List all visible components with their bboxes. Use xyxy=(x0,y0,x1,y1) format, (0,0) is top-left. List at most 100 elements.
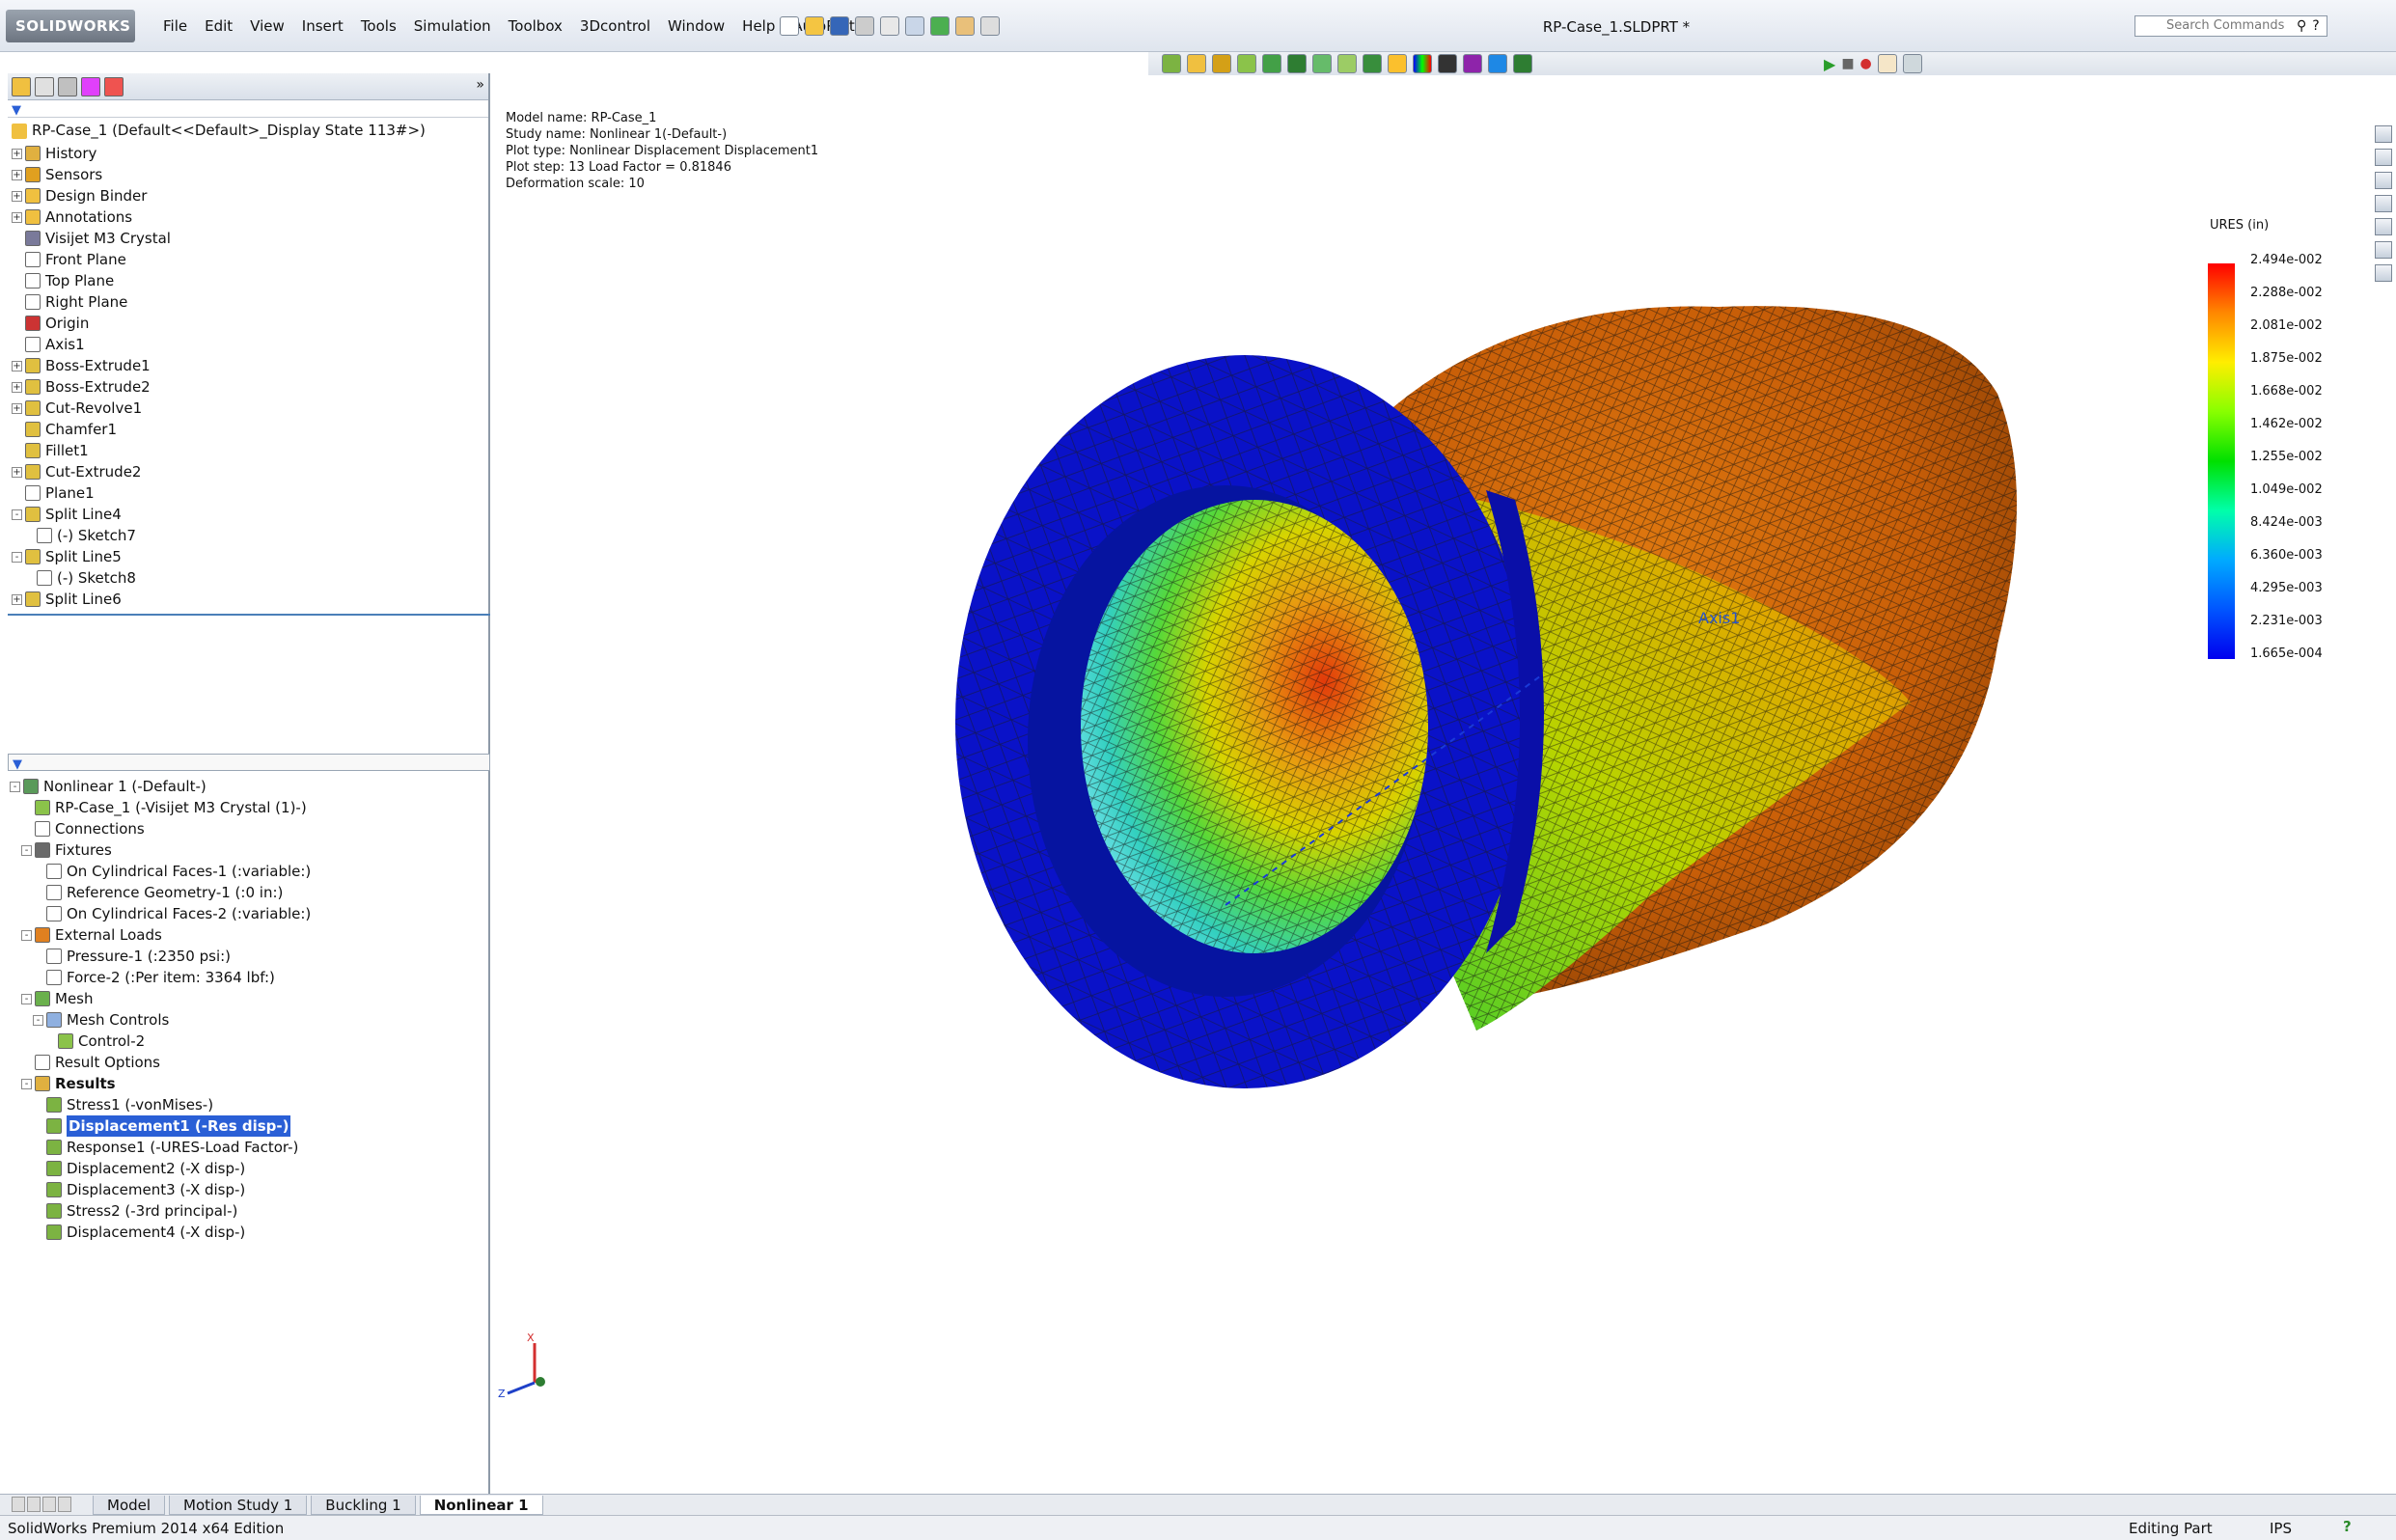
design-scenario-icon[interactable] xyxy=(1463,54,1482,73)
help-icon[interactable]: ? xyxy=(2312,18,2319,34)
property-manager-tab-icon[interactable] xyxy=(35,77,54,96)
study-tree-item[interactable]: - Mesh xyxy=(8,988,490,1009)
panel-splitter[interactable] xyxy=(8,614,490,621)
expand-panel-icon[interactable]: » xyxy=(476,77,484,96)
rebuild-icon[interactable] xyxy=(930,16,950,36)
new-document-icon[interactable] xyxy=(780,16,799,36)
menu-insert[interactable]: Insert xyxy=(293,17,352,35)
design-library-icon[interactable] xyxy=(2375,172,2392,189)
menu-3dcontrol[interactable]: 3Dcontrol xyxy=(571,17,659,35)
study-tree-item[interactable]: Force-2 (:Per item: 3364 lbf:) xyxy=(8,967,490,988)
probe-icon[interactable] xyxy=(1363,54,1382,73)
appearances-icon[interactable] xyxy=(2375,241,2392,259)
feature-tree-item[interactable]: Right Plane xyxy=(8,291,490,313)
feature-tree-item[interactable]: - Split Line4 xyxy=(8,504,490,525)
feature-tree-item[interactable]: Axis1 xyxy=(8,334,490,355)
feature-tree-item[interactable]: - Split Line5 xyxy=(8,546,490,567)
select-icon[interactable] xyxy=(905,16,924,36)
expand-icon[interactable]: + xyxy=(12,148,22,159)
study-tree-item[interactable]: Pressure-1 (:2350 psi:) xyxy=(8,946,490,967)
expand-icon[interactable]: + xyxy=(12,169,22,180)
custom-properties-icon[interactable] xyxy=(2375,264,2392,282)
expand-icon[interactable]: + xyxy=(12,360,22,371)
last-tab-icon[interactable] xyxy=(58,1496,71,1512)
menu-view[interactable]: View xyxy=(241,17,293,35)
study-tree-item[interactable]: Displacement2 (-X disp-) xyxy=(8,1158,490,1179)
prev-tab-icon[interactable] xyxy=(27,1496,41,1512)
tab-nonlinear-1[interactable]: Nonlinear 1 xyxy=(419,1495,543,1515)
home-icon[interactable] xyxy=(2375,149,2392,166)
feature-tree-item[interactable]: (-) Sketch8 xyxy=(8,567,490,589)
menu-file[interactable]: File xyxy=(154,17,196,35)
feature-tree-item[interactable]: + Sensors xyxy=(8,164,490,185)
next-tab-icon[interactable] xyxy=(42,1496,56,1512)
expand-icon[interactable]: + xyxy=(12,381,22,393)
run-tool-icon[interactable] xyxy=(1287,54,1307,73)
feature-tree-item[interactable]: + Cut-Extrude2 xyxy=(8,461,490,482)
options-icon[interactable] xyxy=(980,16,1000,36)
collapse-icon[interactable]: - xyxy=(10,781,20,792)
help-icon[interactable]: ? xyxy=(2343,1518,2352,1535)
feature-tree-item[interactable]: Chamfer1 xyxy=(8,419,490,440)
unit-system[interactable]: IPS xyxy=(2270,1520,2292,1537)
menu-simulation[interactable]: Simulation xyxy=(405,17,500,35)
graphics-area[interactable]: Model name: RP-Case_1 Study name: Nonlin… xyxy=(492,75,2396,1494)
study-tree-item[interactable]: Response1 (-URES-Load Factor-) xyxy=(8,1137,490,1158)
study-tree-item[interactable]: Stress1 (-vonMises-) xyxy=(8,1094,490,1115)
open-icon[interactable] xyxy=(805,16,824,36)
feature-tree-item[interactable]: + Cut-Revolve1 xyxy=(8,398,490,419)
feature-manager-tab-icon[interactable] xyxy=(12,77,31,96)
tree-filter[interactable]: ▼ xyxy=(8,100,488,118)
menu-help[interactable]: Help xyxy=(733,17,784,35)
filter-icon[interactable]: ▼ xyxy=(9,757,22,772)
collapse-icon[interactable]: - xyxy=(12,551,22,563)
collapse-icon[interactable]: - xyxy=(33,1014,43,1026)
feature-tree-item[interactable]: Front Plane xyxy=(8,249,490,270)
study-tree-item[interactable]: Result Options xyxy=(8,1052,490,1073)
search-results-icon[interactable] xyxy=(2375,218,2392,235)
menu-tools[interactable]: Tools xyxy=(352,17,405,35)
search-icon[interactable]: ⚲ xyxy=(2297,18,2306,34)
filter-icon[interactable]: ▼ xyxy=(8,103,21,118)
study-tree-item[interactable]: Displacement1 (-Res disp-) xyxy=(8,1115,490,1137)
feature-tree-item[interactable]: Visijet M3 Crystal xyxy=(8,228,490,249)
feature-tree-item[interactable]: + Boss-Extrude2 xyxy=(8,376,490,398)
feature-tree-item[interactable]: Origin xyxy=(8,313,490,334)
tab-model[interactable]: Model xyxy=(93,1495,166,1515)
study-tree-item[interactable]: Displacement3 (-X disp-) xyxy=(8,1179,490,1200)
report-icon[interactable] xyxy=(1388,54,1407,73)
collapse-icon[interactable]: - xyxy=(21,929,32,941)
feature-tree-item[interactable]: Plane1 xyxy=(8,482,490,504)
fixture-tool-icon[interactable] xyxy=(1187,54,1206,73)
collapse-icon[interactable]: - xyxy=(21,993,32,1004)
feature-tree-item[interactable]: + Boss-Extrude1 xyxy=(8,355,490,376)
file-properties-icon[interactable] xyxy=(955,16,975,36)
feature-tree-item[interactable]: + Annotations xyxy=(8,206,490,228)
loads-tool-icon[interactable] xyxy=(1212,54,1231,73)
animation-settings-icon[interactable] xyxy=(1902,54,1922,73)
expand-icon[interactable]: + xyxy=(12,190,22,202)
study-tree-item[interactable]: - Results xyxy=(8,1073,490,1094)
collapse-icon[interactable]: - xyxy=(21,844,32,856)
study-tree-item[interactable]: - External Loads xyxy=(8,924,490,946)
first-tab-icon[interactable] xyxy=(12,1496,25,1512)
configuration-manager-tab-icon[interactable] xyxy=(58,77,77,96)
mesh-tool-icon[interactable] xyxy=(1262,54,1281,73)
study-tree-item[interactable]: - Nonlinear 1 (-Default-) xyxy=(8,776,490,797)
undo-icon[interactable] xyxy=(880,16,899,36)
results-tool-icon[interactable] xyxy=(1312,54,1332,73)
dimxpert-tab-icon[interactable] xyxy=(81,77,100,96)
play-icon[interactable]: ▶ xyxy=(1824,55,1835,73)
feature-tree-item[interactable]: Top Plane xyxy=(8,270,490,291)
collapse-icon[interactable]: - xyxy=(21,1078,32,1089)
file-explorer-icon[interactable] xyxy=(2375,195,2392,212)
color-map-icon[interactable] xyxy=(1413,54,1432,73)
study-tree-item[interactable]: Displacement4 (-X disp-) xyxy=(8,1222,490,1243)
study-tree-item[interactable]: Control-2 xyxy=(8,1031,490,1052)
resources-icon[interactable] xyxy=(2375,125,2392,143)
excel-export-icon[interactable] xyxy=(1513,54,1532,73)
study-tree-item[interactable]: Stress2 (-3rd principal-) xyxy=(8,1200,490,1222)
expand-icon[interactable]: + xyxy=(12,211,22,223)
save-icon[interactable] xyxy=(830,16,849,36)
study-tree-item[interactable]: - Fixtures xyxy=(8,839,490,861)
